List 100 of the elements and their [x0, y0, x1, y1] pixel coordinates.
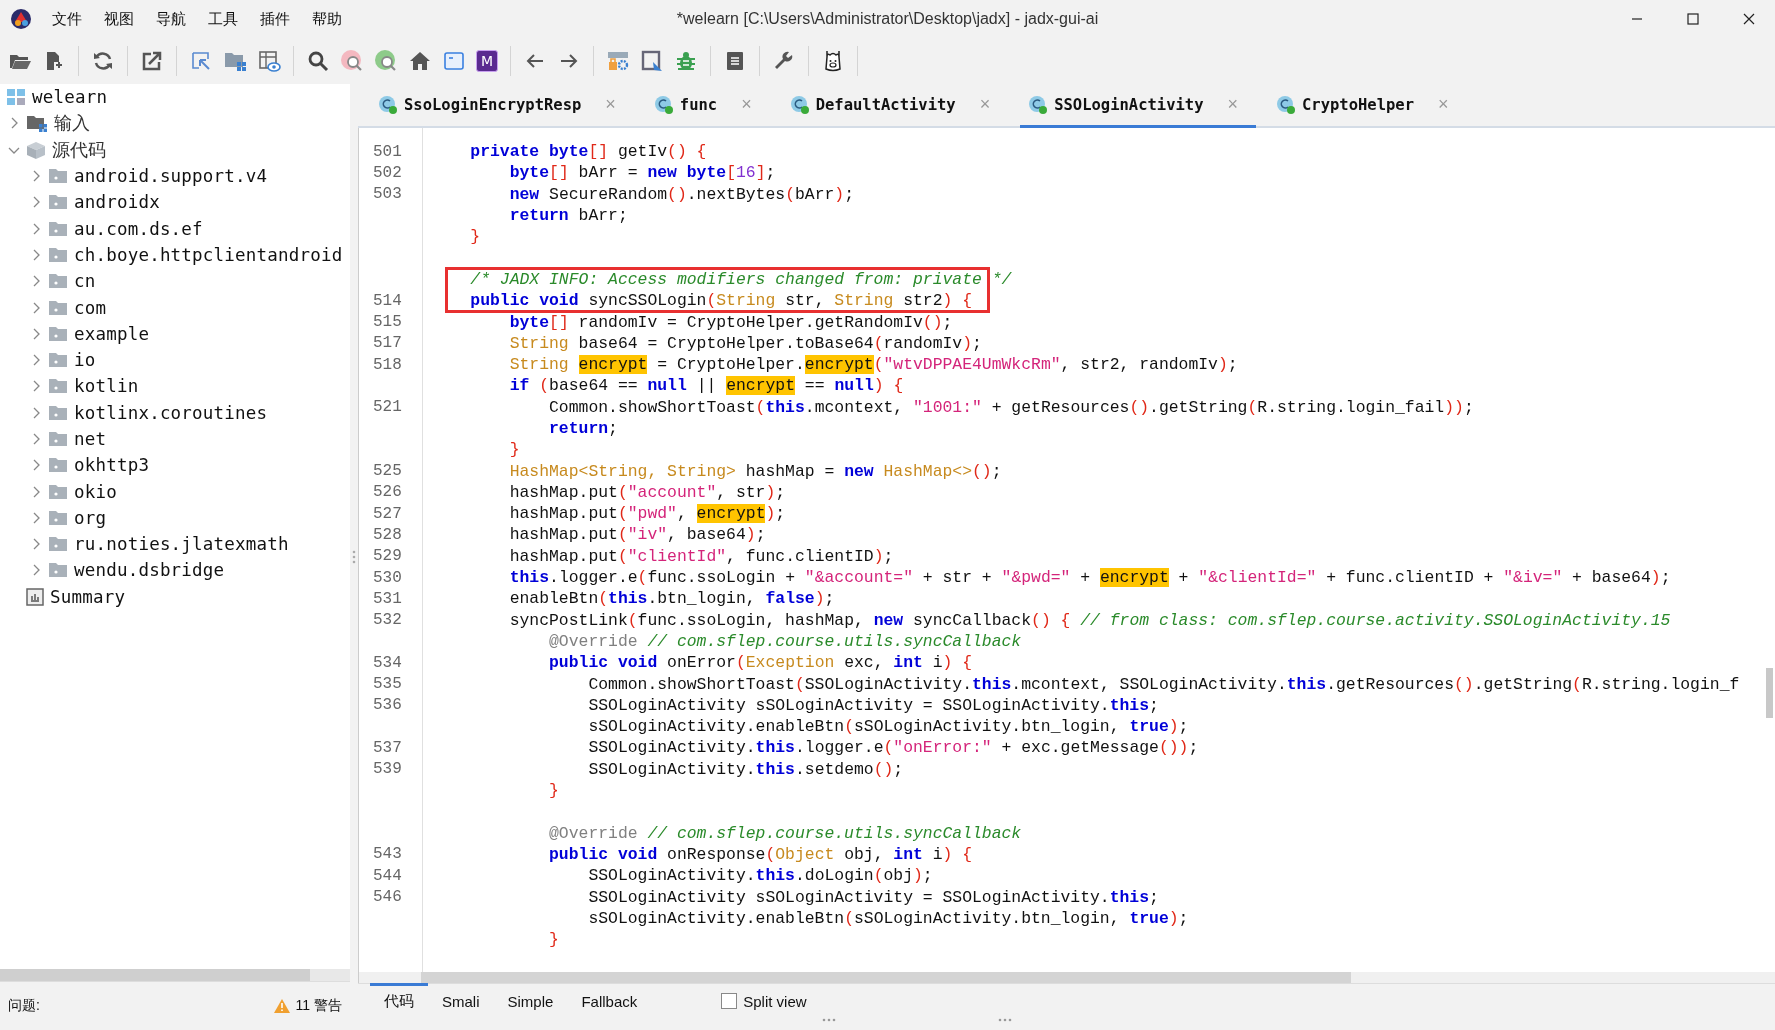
class-icon	[1276, 94, 1296, 115]
tree-item[interactable]: wendu.dsbridge	[74, 560, 225, 581]
menu-item[interactable]: 导航	[156, 9, 186, 29]
file-tab[interactable]: DefaultActivity ×	[781, 84, 1009, 128]
code-line: sSOLoginActivity.enableBtn(sSOLoginActivity.btn_login, true);	[587, 908, 1189, 928]
view-tab[interactable]: 代码	[370, 982, 428, 1017]
folder-icon	[48, 220, 68, 237]
view-tab[interactable]: Smali	[428, 983, 494, 1016]
tree-item[interactable]: welearn	[32, 87, 108, 108]
view-tab[interactable]: Simple	[493, 983, 568, 1016]
bug-icon[interactable]	[674, 49, 698, 73]
code-line: public void onResponse(Object obj, int i) {	[548, 844, 973, 864]
folder-icon	[48, 352, 68, 369]
class-icon	[378, 94, 398, 115]
folder-icon	[48, 431, 68, 447]
tree-item[interactable]: okhttp3	[74, 455, 150, 476]
splitter-grip-icon[interactable]	[352, 549, 356, 565]
export-icon[interactable]	[140, 49, 164, 73]
code-line: Common.showShortToast(SSOLoginActivity.this.mcontext, SSOLoginActivity.this.getResources().getString(R.string.login_f	[587, 674, 1740, 694]
folder-icon	[48, 168, 68, 185]
class-icon	[1028, 94, 1049, 115]
close-icon[interactable]	[1743, 13, 1755, 25]
line-number: 535	[373, 675, 402, 694]
folder-icon	[48, 194, 68, 211]
tree-item[interactable]: okio	[74, 481, 117, 502]
menu-item[interactable]: 视图	[104, 9, 134, 29]
home-icon[interactable]	[408, 49, 432, 73]
window-title: *welearn [C:\Users\Administrator\Desktop\jadx] - jadx-gui-ai	[676, 10, 1099, 28]
folder-icon	[48, 378, 68, 395]
resize-grip-icon[interactable]	[820, 1018, 837, 1022]
tree-item[interactable]: cn	[74, 271, 96, 292]
code-line: syncPostLink(func.ssoLogin, hashMap, new syncCallback() { // from class: com.sflep.course.activity.SSOLoginActivity.15	[508, 610, 1671, 630]
class-icon	[789, 94, 810, 115]
code-line: if (base64 == null || encrypt == null) {	[508, 376, 904, 396]
window-icon[interactable]	[442, 49, 466, 73]
line-number: 531	[373, 589, 402, 608]
warning-icon	[273, 999, 290, 1013]
code-line: Common.showShortToast(this.mcontext, "1001:" + getResources().getString(R.string.login_fail));	[548, 397, 1474, 417]
tree-item[interactable]: io	[74, 350, 96, 371]
horizontal-scrollbar[interactable]	[0, 969, 350, 981]
file-tab[interactable]: func ×	[645, 84, 770, 128]
code-line: SSOLoginActivity sSOLoginActivity = SSOLoginActivity.this;	[587, 695, 1159, 715]
tree-item[interactable]: 输入	[54, 111, 90, 136]
line-number: 518	[373, 355, 402, 374]
table-eye-icon[interactable]	[257, 49, 281, 73]
menu-item[interactable]: 帮助	[312, 9, 342, 29]
menu-item[interactable]: 工具	[208, 9, 238, 29]
circle-search-icon[interactable]	[374, 49, 398, 73]
code-line: SSOLoginActivity.this.setdemo();	[587, 759, 904, 779]
tree-item[interactable]: Summary	[50, 586, 126, 607]
tree-item[interactable]: example	[74, 323, 150, 344]
tree-item[interactable]: ch.boye.httpclientandroid	[74, 244, 343, 265]
line-number: 525	[373, 462, 402, 481]
tree-item[interactable]: org	[74, 507, 107, 528]
m-badge-icon[interactable]: M	[476, 50, 498, 72]
menu-item[interactable]: 文件	[52, 9, 82, 29]
line-number: 534	[373, 653, 402, 672]
file-tab[interactable]: SsoLoginEncryptResp ×	[370, 84, 634, 128]
file-tab[interactable]: CryptoHelper ×	[1268, 84, 1467, 128]
refresh-icon[interactable]	[91, 49, 115, 73]
tree-item[interactable]: androidx	[74, 192, 160, 213]
tree-item[interactable]: kotlinx.coroutines	[74, 402, 268, 423]
tree-item[interactable]: au.com.ds.ef	[74, 218, 203, 239]
resize-grip-icon[interactable]	[996, 1018, 1013, 1022]
app-logo-icon	[10, 8, 32, 30]
tree-item[interactable]: ru.noties.jlatexmath	[74, 534, 289, 555]
line-number: 529	[373, 547, 402, 566]
code-line: public void onError(Exception exc, int i) {	[548, 653, 973, 673]
code-line: SSOLoginActivity.this.doLogin(obj);	[587, 866, 933, 886]
tree-item[interactable]: android.support.v4	[74, 166, 268, 187]
tree-item[interactable]: net	[74, 429, 107, 449]
menu-item[interactable]: 插件	[260, 9, 290, 29]
line-number: 532	[373, 611, 402, 630]
tree-item[interactable]: com	[74, 297, 107, 318]
line-number: 502	[373, 163, 402, 182]
problems-label: 问题:	[8, 997, 40, 1015]
checkbox[interactable]	[721, 993, 738, 1009]
code-line: return;	[548, 419, 618, 438]
code-line: }	[508, 440, 520, 460]
line-number: 521	[373, 398, 402, 417]
line-number: 515	[373, 313, 402, 331]
line-number: 517	[373, 334, 402, 353]
search-icon[interactable]	[306, 49, 330, 73]
view-tab[interactable]: Fallback	[567, 983, 652, 1016]
code-line: @Override // com.sflep.course.utils.syncCallback	[548, 823, 1022, 843]
code-line: SSOLoginActivity sSOLoginActivity = SSOLoginActivity.this;	[587, 887, 1159, 907]
checkbox-label[interactable]: Split view	[743, 992, 807, 1010]
frame-cursor-icon[interactable]	[640, 49, 664, 73]
folder-icon	[48, 509, 68, 526]
circle-search-icon[interactable]	[340, 49, 364, 73]
tree-item[interactable]: 源代码	[52, 137, 106, 162]
tree-item[interactable]: kotlin	[74, 376, 139, 397]
lock-gear-icon[interactable]	[606, 49, 630, 73]
line-number: 539	[373, 760, 402, 779]
warning-count[interactable]: 11 警告	[295, 997, 342, 1015]
line-number: 546	[373, 888, 402, 907]
maximize-icon[interactable]	[1687, 13, 1699, 25]
code-line: SSOLoginActivity.this.logger.e("onError:" + exc.getMessage());	[587, 738, 1199, 758]
line-number: 543	[373, 845, 402, 864]
code-line: }	[548, 930, 559, 950]
